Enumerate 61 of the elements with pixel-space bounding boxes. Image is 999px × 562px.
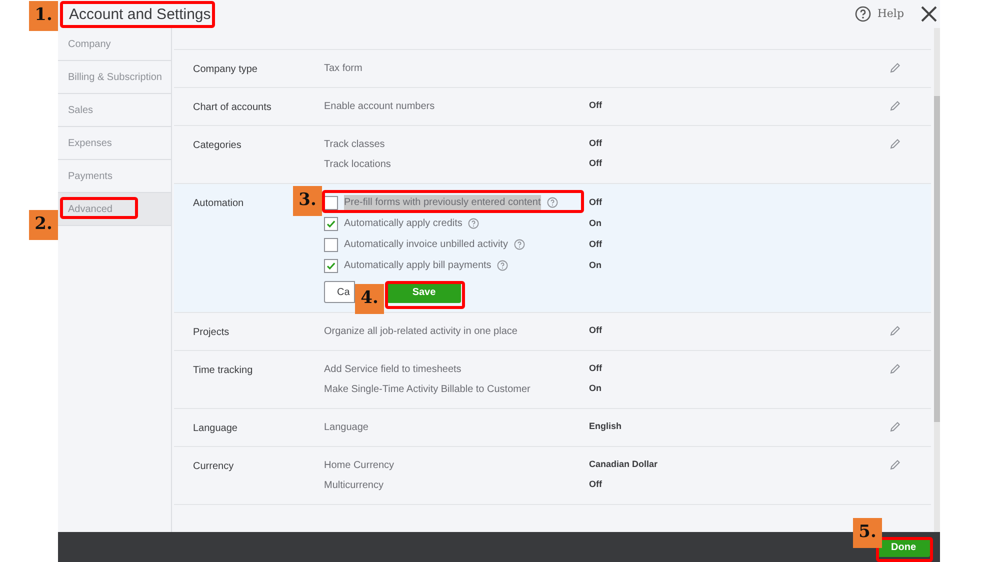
section-label: Projects — [193, 327, 230, 338]
pencil-icon[interactable] — [889, 421, 901, 433]
checkbox[interactable] — [324, 238, 338, 252]
pencil-icon[interactable] — [889, 325, 901, 337]
section-label: Automation — [193, 198, 244, 209]
step-number: 1. — [29, 1, 58, 31]
setting-name: Organize all job-related activity in one place — [324, 324, 518, 338]
dialog-title: Account and Settings — [60, 0, 215, 28]
step-number: 3. — [293, 186, 322, 216]
section-label: Language — [193, 423, 238, 434]
help-icon[interactable] — [855, 6, 872, 22]
pencil-icon[interactable] — [889, 138, 901, 150]
setting-name: Track locations — [324, 158, 391, 172]
setting-name: Tax form — [324, 62, 362, 76]
setting-name: Automatically apply bill payments — [344, 259, 492, 273]
help-icon[interactable] — [514, 239, 525, 250]
setting-name: Pre-fill forms with previously entered content — [344, 195, 541, 210]
setting-value: Off — [589, 99, 602, 112]
pencil-icon[interactable] — [889, 62, 901, 74]
step-number: 2. — [29, 210, 58, 240]
help-icon[interactable] — [468, 218, 480, 229]
pencil-icon[interactable] — [889, 459, 901, 471]
setting-name: Automatically apply credits — [344, 217, 462, 231]
section-label: Company type — [193, 64, 258, 75]
setting-value: Off — [589, 324, 602, 338]
setting-value: On — [589, 258, 602, 272]
setting-value: Canadian Dollar — [589, 458, 658, 472]
setting-name: Add Service field to timesheets — [324, 362, 462, 376]
step-number: 5. — [853, 518, 882, 548]
pencil-icon[interactable] — [889, 363, 901, 375]
setting-name: Enable account numbers — [324, 100, 435, 114]
setting-name: Make Single-Time Activity Billable to Customer — [324, 382, 530, 396]
section-label: Categories — [193, 140, 242, 151]
step-number: 4. — [355, 284, 384, 314]
section-label: Time tracking — [193, 365, 253, 376]
scrollbar[interactable] — [934, 28, 940, 532]
setting-name: Track classes — [324, 138, 385, 152]
setting-value: Off — [589, 196, 602, 209]
setting-value: Off — [589, 238, 602, 251]
setting-value: On — [589, 216, 602, 230]
setting-value: English — [589, 420, 622, 434]
help-link[interactable]: Help — [877, 6, 904, 22]
section-label: Chart of accounts — [193, 102, 272, 113]
help-icon[interactable] — [546, 197, 558, 208]
setting-value: Off — [589, 137, 602, 150]
pencil-icon[interactable] — [889, 100, 901, 112]
cancel-button[interactable]: Ca — [324, 281, 355, 303]
help-icon[interactable] — [497, 260, 508, 271]
close-icon[interactable] — [920, 5, 938, 23]
setting-value: On — [589, 382, 602, 396]
setting-value: Off — [589, 157, 602, 170]
setting-value: Off — [589, 362, 602, 376]
setting-name: Multicurrency — [324, 478, 384, 492]
setting-value: Off — [589, 478, 602, 492]
setting-name: Home Currency — [324, 458, 394, 472]
checkbox[interactable] — [324, 196, 338, 210]
checkbox[interactable] — [324, 216, 338, 230]
setting-name: Language — [324, 420, 368, 434]
section-label: Currency — [193, 461, 234, 472]
setting-name: Automatically invoice unbilled activity — [344, 238, 508, 252]
checkbox[interactable] — [324, 258, 338, 272]
